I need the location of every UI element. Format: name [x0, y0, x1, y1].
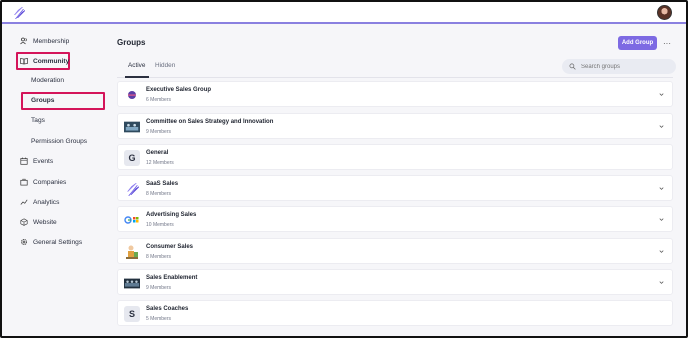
sidebar: Membership Community Moderation Groups T…: [2, 26, 108, 336]
group-card[interactable]: SaaS Sales 8 Members: [117, 175, 673, 201]
group-thumbnail: [124, 244, 140, 260]
group-letter-avatar: G: [124, 150, 140, 166]
nav-website-label: Website: [33, 218, 57, 226]
nav-community-label: Community: [33, 57, 70, 65]
chevron-down-icon[interactable]: [658, 123, 665, 130]
nav-membership[interactable]: Membership: [20, 34, 69, 48]
tab-bar: Active Hidden: [117, 56, 676, 78]
app-window: Membership Community Moderation Groups T…: [0, 0, 688, 338]
brand-logo-icon[interactable]: [12, 6, 26, 20]
chevron-down-icon[interactable]: [658, 91, 665, 98]
group-name: Consumer Sales: [146, 244, 194, 250]
nav-companies-label: Companies: [33, 178, 67, 186]
group-thumbnail: G: [124, 150, 140, 166]
calendar-icon: [20, 157, 28, 165]
group-members: 8 Members: [146, 254, 172, 260]
brand-logo-icon: [126, 182, 139, 196]
search-input[interactable]: [581, 63, 671, 70]
group-members: 12 Members: [146, 160, 174, 166]
chart-line-icon: [20, 199, 28, 205]
group-thumbnail: [124, 119, 140, 135]
nav-membership-label: Membership: [33, 37, 70, 45]
group-thumbnail: [124, 181, 140, 197]
chevron-down-icon[interactable]: [658, 185, 665, 192]
add-group-button[interactable]: Add Group: [618, 36, 657, 50]
nav-tags[interactable]: Tags: [31, 115, 45, 127]
group-avatar-icon: [128, 91, 136, 99]
group-name: Committee on Sales Strategy and Innovati…: [146, 119, 274, 125]
search-box[interactable]: [562, 59, 676, 74]
group-card[interactable]: Executive Sales Group 6 Members: [117, 81, 673, 107]
tab-active[interactable]: Active: [128, 62, 145, 69]
group-photo-icon: [124, 278, 140, 288]
book-open-icon: [20, 58, 28, 65]
group-name: General: [146, 150, 169, 156]
group-name: Advertising Sales: [146, 212, 197, 218]
group-card[interactable]: Committee on Sales Strategy and Innovati…: [117, 113, 673, 139]
group-card[interactable]: G General 12 Members: [117, 144, 673, 170]
cube-icon: [20, 218, 28, 226]
active-tab-indicator: [125, 76, 149, 78]
group-name: SaaS Sales: [146, 181, 179, 187]
group-name: Sales Enablement: [146, 275, 198, 281]
group-card[interactable]: Consumer Sales 8 Members: [117, 238, 673, 264]
group-card[interactable]: Advertising Sales 10 Members: [117, 206, 673, 232]
group-members: 6 Members: [146, 97, 172, 103]
nav-analytics[interactable]: Analytics: [20, 195, 59, 209]
group-name: Sales Coaches: [146, 306, 189, 312]
nav-moderation[interactable]: Moderation: [31, 75, 64, 87]
nav-community[interactable]: Community: [20, 54, 69, 68]
group-name: Executive Sales Group: [146, 87, 212, 93]
briefcase-icon: [20, 178, 28, 186]
group-card[interactable]: S Sales Coaches 5 Members: [117, 300, 673, 326]
nav-general-settings-label: General Settings: [33, 238, 83, 246]
group-thumbnail: [124, 87, 140, 103]
group-thumbnail: S: [124, 306, 140, 322]
shopper-illustration-icon: [126, 245, 138, 259]
chevron-down-icon[interactable]: [658, 216, 665, 223]
chevron-down-icon[interactable]: [658, 279, 665, 286]
nav-website[interactable]: Website: [20, 215, 57, 229]
nav-events[interactable]: Events: [20, 154, 53, 168]
group-members: 9 Members: [146, 129, 172, 135]
users-icon: [20, 37, 27, 45]
nav-permission-groups[interactable]: Permission Groups: [31, 136, 87, 148]
gear-icon: [21, 239, 27, 245]
group-thumbnail: [124, 275, 140, 291]
main-content: Groups Add Group ··· Active Hidden Execu…: [108, 26, 686, 336]
nav-events-label: Events: [33, 157, 54, 165]
chevron-down-icon[interactable]: [658, 248, 665, 255]
group-members: 9 Members: [146, 285, 172, 291]
group-card[interactable]: Sales Enablement 9 Members: [117, 269, 673, 295]
nav-general-settings[interactable]: General Settings: [20, 235, 82, 249]
top-bar: [2, 2, 686, 24]
group-members: 5 Members: [146, 316, 172, 322]
more-options-button[interactable]: ···: [662, 36, 672, 50]
search-icon: [569, 63, 576, 70]
user-avatar[interactable]: [657, 5, 672, 20]
nav-companies[interactable]: Companies: [20, 175, 66, 189]
nav-groups[interactable]: Groups: [31, 95, 54, 107]
nav-analytics-label: Analytics: [33, 198, 60, 206]
group-letter-avatar: S: [124, 306, 140, 322]
group-thumbnail: [124, 212, 140, 228]
page-title: Groups: [117, 38, 146, 47]
group-members: 8 Members: [146, 191, 172, 197]
tab-hidden[interactable]: Hidden: [155, 62, 175, 69]
group-photo-icon: [124, 121, 140, 133]
group-members: 10 Members: [146, 222, 174, 228]
google-microsoft-logo-icon: [124, 216, 139, 224]
